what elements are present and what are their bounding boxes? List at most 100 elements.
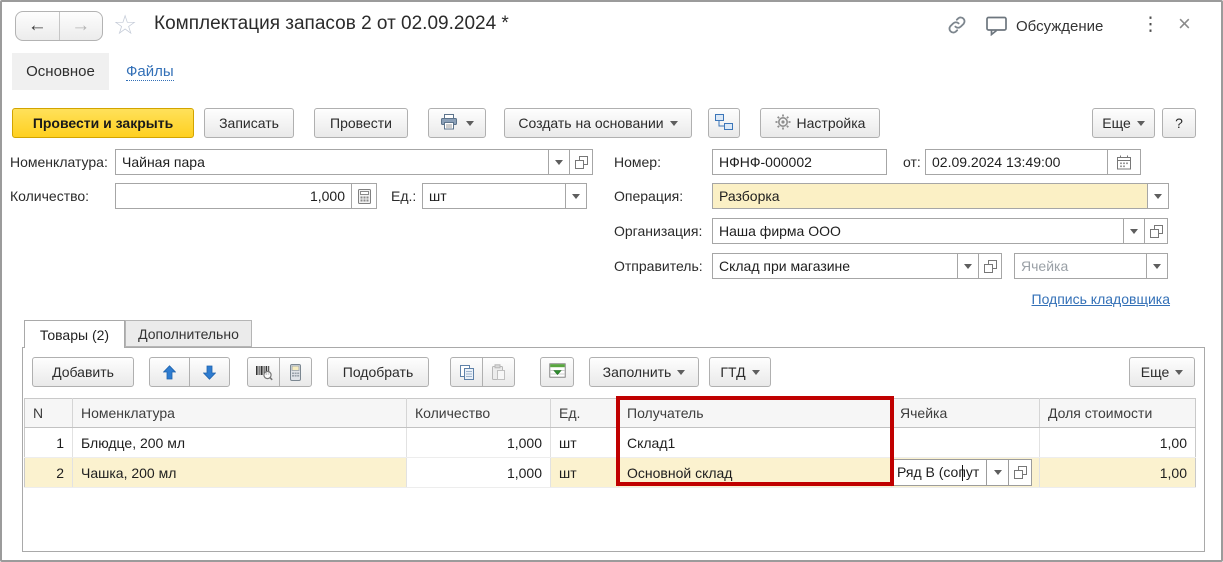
organization-field[interactable]: Наша фирма ООО	[712, 218, 1124, 244]
settings-button[interactable]: Настройка	[760, 108, 880, 138]
cell-n[interactable]: 2	[25, 458, 73, 488]
tab-additional[interactable]: Дополнительно	[125, 320, 252, 347]
print-button[interactable]	[428, 108, 486, 138]
column-header-quantity[interactable]: Количество	[407, 399, 551, 428]
write-button[interactable]: Записать	[204, 108, 294, 138]
move-up-button[interactable]	[149, 357, 190, 387]
move-down-button[interactable]	[189, 357, 230, 387]
table-green-icon	[549, 363, 566, 381]
table-row-selected[interactable]: 2 Чашка, 200 мл 1,000 шт Основной склад …	[25, 458, 1196, 488]
cell-cell-editor: Ряд В (сопут	[892, 458, 1040, 488]
cell-cell[interactable]	[892, 428, 1040, 458]
calculator-icon[interactable]	[351, 183, 377, 209]
column-header-n[interactable]: N	[25, 399, 73, 428]
sender-open-icon[interactable]	[978, 253, 1002, 279]
quantity-field[interactable]: 1,000	[115, 183, 352, 209]
cell-receiver[interactable]: Основной склад	[619, 458, 892, 488]
back-button[interactable]: ←	[16, 12, 60, 40]
show-in-list-button[interactable]	[540, 357, 574, 387]
table-header-row: N Номенклатура Количество Ед. Получатель…	[25, 399, 1196, 428]
more-button[interactable]: Еще	[1092, 108, 1155, 138]
unit-dropdown-button[interactable]	[565, 183, 587, 209]
cell-receiver[interactable]: Склад1	[619, 428, 892, 458]
nomenclature-field[interactable]: Чайная пара	[115, 149, 549, 175]
cell-dropdown-button[interactable]	[1146, 253, 1168, 279]
add-row-button[interactable]: Добавить	[32, 357, 134, 387]
number-field[interactable]: НФНФ-000002	[712, 149, 887, 175]
date-label: от:	[903, 154, 921, 170]
sender-field[interactable]: Склад при магазине	[712, 253, 958, 279]
get-link-icon[interactable]	[946, 14, 968, 36]
close-icon[interactable]: ×	[1178, 11, 1191, 37]
cell-nomenclature[interactable]: Блюдце, 200 мл	[73, 428, 407, 458]
column-header-unit[interactable]: Ед.	[551, 399, 619, 428]
organization-label: Организация:	[614, 223, 702, 239]
barcode-group	[247, 357, 312, 387]
chevron-down-icon	[752, 370, 760, 375]
barcode-scan-icon[interactable]	[247, 357, 280, 387]
cell-cost-share[interactable]: 1,00	[1040, 428, 1196, 458]
create-based-on-button[interactable]: Создать на основании	[504, 108, 692, 138]
post-and-close-label: Провести и закрыть	[33, 115, 173, 131]
post-button[interactable]: Провести	[314, 108, 408, 138]
cell-cost-share[interactable]: 1,00	[1040, 458, 1196, 488]
date-field[interactable]: 02.09.2024 13:49:00	[925, 149, 1108, 175]
nomenclature-open-icon[interactable]	[569, 149, 593, 175]
operation-label: Операция:	[614, 188, 683, 204]
pick-items-button[interactable]: Подобрать	[327, 357, 429, 387]
operation-field[interactable]: Разборка	[712, 183, 1148, 209]
cell-quantity[interactable]: 1,000	[407, 458, 551, 488]
paste-rows-icon[interactable]	[482, 357, 515, 387]
copy-rows-icon[interactable]	[450, 357, 483, 387]
items-more-button[interactable]: Еще	[1129, 357, 1195, 387]
items-table: N Номенклатура Количество Ед. Получатель…	[24, 398, 1196, 488]
more-menu-icon[interactable]: ⋮	[1141, 13, 1160, 36]
gtd-label: ГТД	[720, 364, 745, 380]
document-structure-icon	[714, 113, 734, 134]
favorite-star-icon[interactable]: ☆	[113, 10, 137, 40]
tab-files[interactable]: Файлы	[126, 63, 174, 81]
cell-nomenclature[interactable]: Чашка, 200 мл	[73, 458, 407, 488]
cell-quantity[interactable]: 1,000	[407, 428, 551, 458]
unit-field[interactable]: шт	[422, 183, 566, 209]
cell-n[interactable]: 1	[25, 428, 73, 458]
related-documents-button[interactable]	[708, 108, 740, 138]
help-button[interactable]: ?	[1162, 108, 1196, 138]
calendar-icon[interactable]	[1107, 149, 1141, 175]
help-label: ?	[1175, 115, 1183, 131]
gear-icon	[775, 114, 791, 133]
discussion-icon[interactable]	[985, 15, 1008, 36]
printer-icon	[440, 114, 458, 133]
tab-goods[interactable]: Товары (2)	[24, 320, 125, 348]
column-header-nomenclature[interactable]: Номенклатура	[73, 399, 407, 428]
storekeeper-signature-link[interactable]: Подпись кладовщика	[1022, 291, 1170, 307]
column-header-receiver[interactable]: Получатель	[619, 399, 892, 428]
operation-dropdown-button[interactable]	[1147, 183, 1169, 209]
chevron-down-icon	[670, 121, 678, 126]
forward-button[interactable]: →	[60, 12, 103, 40]
nomenclature-dropdown-button[interactable]	[548, 149, 570, 175]
cell-editor-input[interactable]: Ряд В (сопут	[892, 459, 987, 486]
cell-unit[interactable]: шт	[551, 428, 619, 458]
cell-unit[interactable]: шт	[551, 458, 619, 488]
column-header-cell[interactable]: Ячейка	[892, 399, 1040, 428]
table-row[interactable]: 1 Блюдце, 200 мл 1,000 шт Склад1 1,00	[25, 428, 1196, 458]
clipboard-group	[450, 357, 515, 387]
chevron-down-icon	[677, 370, 685, 375]
sender-dropdown-button[interactable]	[957, 253, 979, 279]
data-terminal-icon[interactable]	[279, 357, 312, 387]
cell-editor-open-icon[interactable]	[1008, 459, 1032, 486]
sender-label: Отправитель:	[614, 258, 703, 274]
cell-field[interactable]: Ячейка	[1014, 253, 1147, 279]
post-label: Провести	[330, 115, 392, 131]
gtd-button[interactable]: ГТД	[709, 357, 771, 387]
move-row-group	[149, 357, 230, 387]
tab-main[interactable]: Основное	[12, 53, 109, 90]
organization-open-icon[interactable]	[1144, 218, 1168, 244]
fill-button[interactable]: Заполнить	[589, 357, 699, 387]
column-header-cost-share[interactable]: Доля стоимости	[1040, 399, 1196, 428]
cell-editor-dropdown-button[interactable]	[986, 459, 1009, 486]
discussion-label[interactable]: Обсуждение	[1016, 18, 1103, 35]
organization-dropdown-button[interactable]	[1123, 218, 1145, 244]
post-and-close-button[interactable]: Провести и закрыть	[12, 108, 194, 138]
